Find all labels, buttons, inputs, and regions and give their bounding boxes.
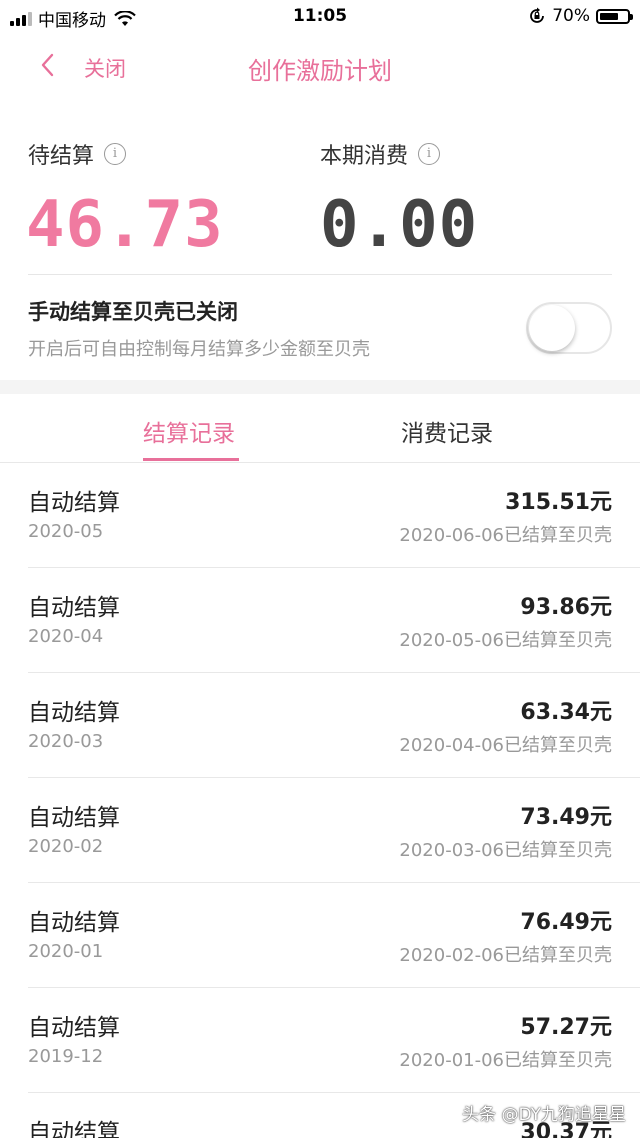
list-item[interactable]: 自动结算 2020-02 73.49元 2020-03-06已结算至贝壳 <box>0 778 640 883</box>
record-title: 自动结算 <box>28 595 120 621</box>
manual-settle-title: 手动结算至贝壳已关闭 <box>28 300 238 324</box>
record-title: 自动结算 <box>28 490 120 516</box>
watermark: 头条 @DY九狗追星星 <box>462 1105 626 1125</box>
record-amount: 315.51元 <box>505 490 612 515</box>
pending-label-group: 待结算 i <box>28 138 127 170</box>
tab-consumption-records[interactable]: 消费记录 <box>401 414 493 448</box>
manual-settle-subtitle: 开启后可自由控制每月结算多少金额至贝壳 <box>28 339 370 360</box>
record-status: 2020-05-06已结算至贝壳 <box>399 630 612 651</box>
pending-amount: 46.73 <box>26 188 224 262</box>
rotation-lock-icon <box>530 7 545 23</box>
battery-percent: 70% <box>552 6 590 26</box>
record-period: 2020-03 <box>28 731 104 752</box>
record-period: 2020-04 <box>28 626 104 647</box>
section-separator <box>0 380 640 394</box>
record-title: 自动结算 <box>28 805 120 831</box>
record-status: 2020-02-06已结算至贝壳 <box>399 945 612 966</box>
list-item[interactable]: 自动结算 2019-12 57.27元 2020-01-06已结算至贝壳 <box>0 988 640 1093</box>
manual-settle-toggle[interactable] <box>526 302 612 354</box>
record-status: 2020-03-06已结算至贝壳 <box>399 840 612 861</box>
info-icon[interactable]: i <box>418 143 441 165</box>
list-item[interactable]: 自动结算 2020-04 93.86元 2020-05-06已结算至贝壳 <box>0 568 640 673</box>
record-title: 自动结算 <box>28 1015 120 1041</box>
divider <box>28 274 612 275</box>
tab-settlement-records[interactable]: 结算记录 <box>143 414 235 448</box>
record-period: 2019-12 <box>28 1046 104 1067</box>
record-title: 自动结算 <box>28 700 120 726</box>
info-icon[interactable]: i <box>104 143 127 165</box>
status-bar: 中国移动 11:05 70% <box>0 0 640 34</box>
nav-bar: 关闭 创作激励计划 <box>0 34 640 100</box>
consume-label-group: 本期消费 i <box>320 138 441 170</box>
pending-label: 待结算 <box>28 144 95 169</box>
record-title: 自动结算 <box>28 1120 120 1138</box>
tab-bar: 结算记录 消费记录 <box>0 394 640 463</box>
page-title: 创作激励计划 <box>248 57 392 85</box>
record-period: 2020-05 <box>28 521 104 542</box>
record-status: 2020-04-06已结算至贝壳 <box>399 735 612 756</box>
list-item[interactable]: 自动结算 2020-03 63.34元 2020-04-06已结算至贝壳 <box>0 673 640 778</box>
record-status: 2020-01-06已结算至贝壳 <box>399 1050 612 1071</box>
status-right: 70% <box>528 6 633 26</box>
battery-fill <box>600 12 618 20</box>
record-status: 2020-06-06已结算至贝壳 <box>399 525 612 546</box>
record-amount: 73.49元 <box>520 805 612 830</box>
battery-icon <box>596 8 633 24</box>
record-period: 2020-01 <box>28 941 104 962</box>
record-amount: 76.49元 <box>520 910 612 935</box>
consume-amount: 0.00 <box>320 188 479 262</box>
list-item[interactable]: 自动结算 2020-05 315.51元 2020-06-06已结算至贝壳 <box>0 463 640 568</box>
toggle-knob <box>529 305 575 351</box>
list-item[interactable]: 自动结算 2020-01 76.49元 2020-02-06已结算至贝壳 <box>0 883 640 988</box>
active-tab-indicator <box>143 458 239 461</box>
record-amount: 93.86元 <box>520 595 612 620</box>
record-amount: 57.27元 <box>520 1015 612 1040</box>
consume-label: 本期消费 <box>320 144 409 169</box>
record-amount: 63.34元 <box>520 700 612 725</box>
record-period: 2020-02 <box>28 836 104 857</box>
record-title: 自动结算 <box>28 910 120 936</box>
